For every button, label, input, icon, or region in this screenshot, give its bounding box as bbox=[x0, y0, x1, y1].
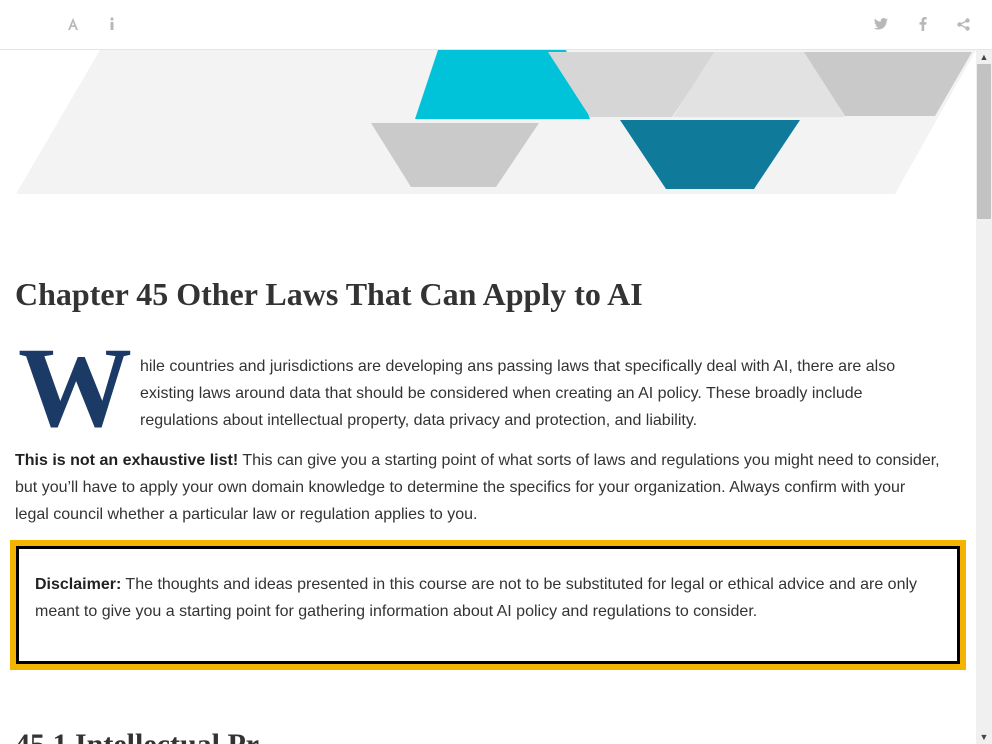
disclaimer-label: Disclaimer: bbox=[35, 576, 122, 593]
section-heading: 45.1 Intellectual Pr bbox=[15, 728, 259, 744]
top-toolbar bbox=[0, 0, 992, 50]
chapter-banner-graphic bbox=[16, 50, 976, 194]
drop-cap: W bbox=[18, 324, 132, 451]
facebook-icon[interactable] bbox=[913, 14, 933, 34]
disclaimer-callout: Disclaimer: The thoughts and ideas prese… bbox=[10, 540, 966, 670]
note-paragraph: This is not an exhaustive list! This can… bbox=[15, 447, 940, 528]
scroll-down-arrow-icon[interactable]: ▼ bbox=[976, 730, 992, 744]
scroll-thumb[interactable] bbox=[977, 64, 991, 219]
scroll-up-arrow-icon[interactable]: ▲ bbox=[976, 50, 992, 64]
twitter-icon[interactable] bbox=[871, 14, 891, 34]
chapter-title: Chapter 45 Other Laws That Can Apply to … bbox=[15, 276, 643, 312]
vertical-scrollbar[interactable]: ▲ ▼ bbox=[976, 50, 992, 744]
disclaimer-text: The thoughts and ideas presented in this… bbox=[35, 576, 918, 620]
font-settings-icon[interactable] bbox=[63, 14, 83, 34]
intro-paragraph: hile countries and jurisdictions are dev… bbox=[140, 358, 896, 429]
book-content: Chapter 45 Other Laws That Can Apply to … bbox=[0, 50, 976, 744]
share-icon[interactable] bbox=[953, 14, 973, 34]
disclaimer-box: Disclaimer: The thoughts and ideas prese… bbox=[16, 546, 960, 664]
note-emphasis: This is not an exhaustive list! bbox=[15, 452, 239, 469]
info-icon[interactable] bbox=[102, 14, 122, 34]
